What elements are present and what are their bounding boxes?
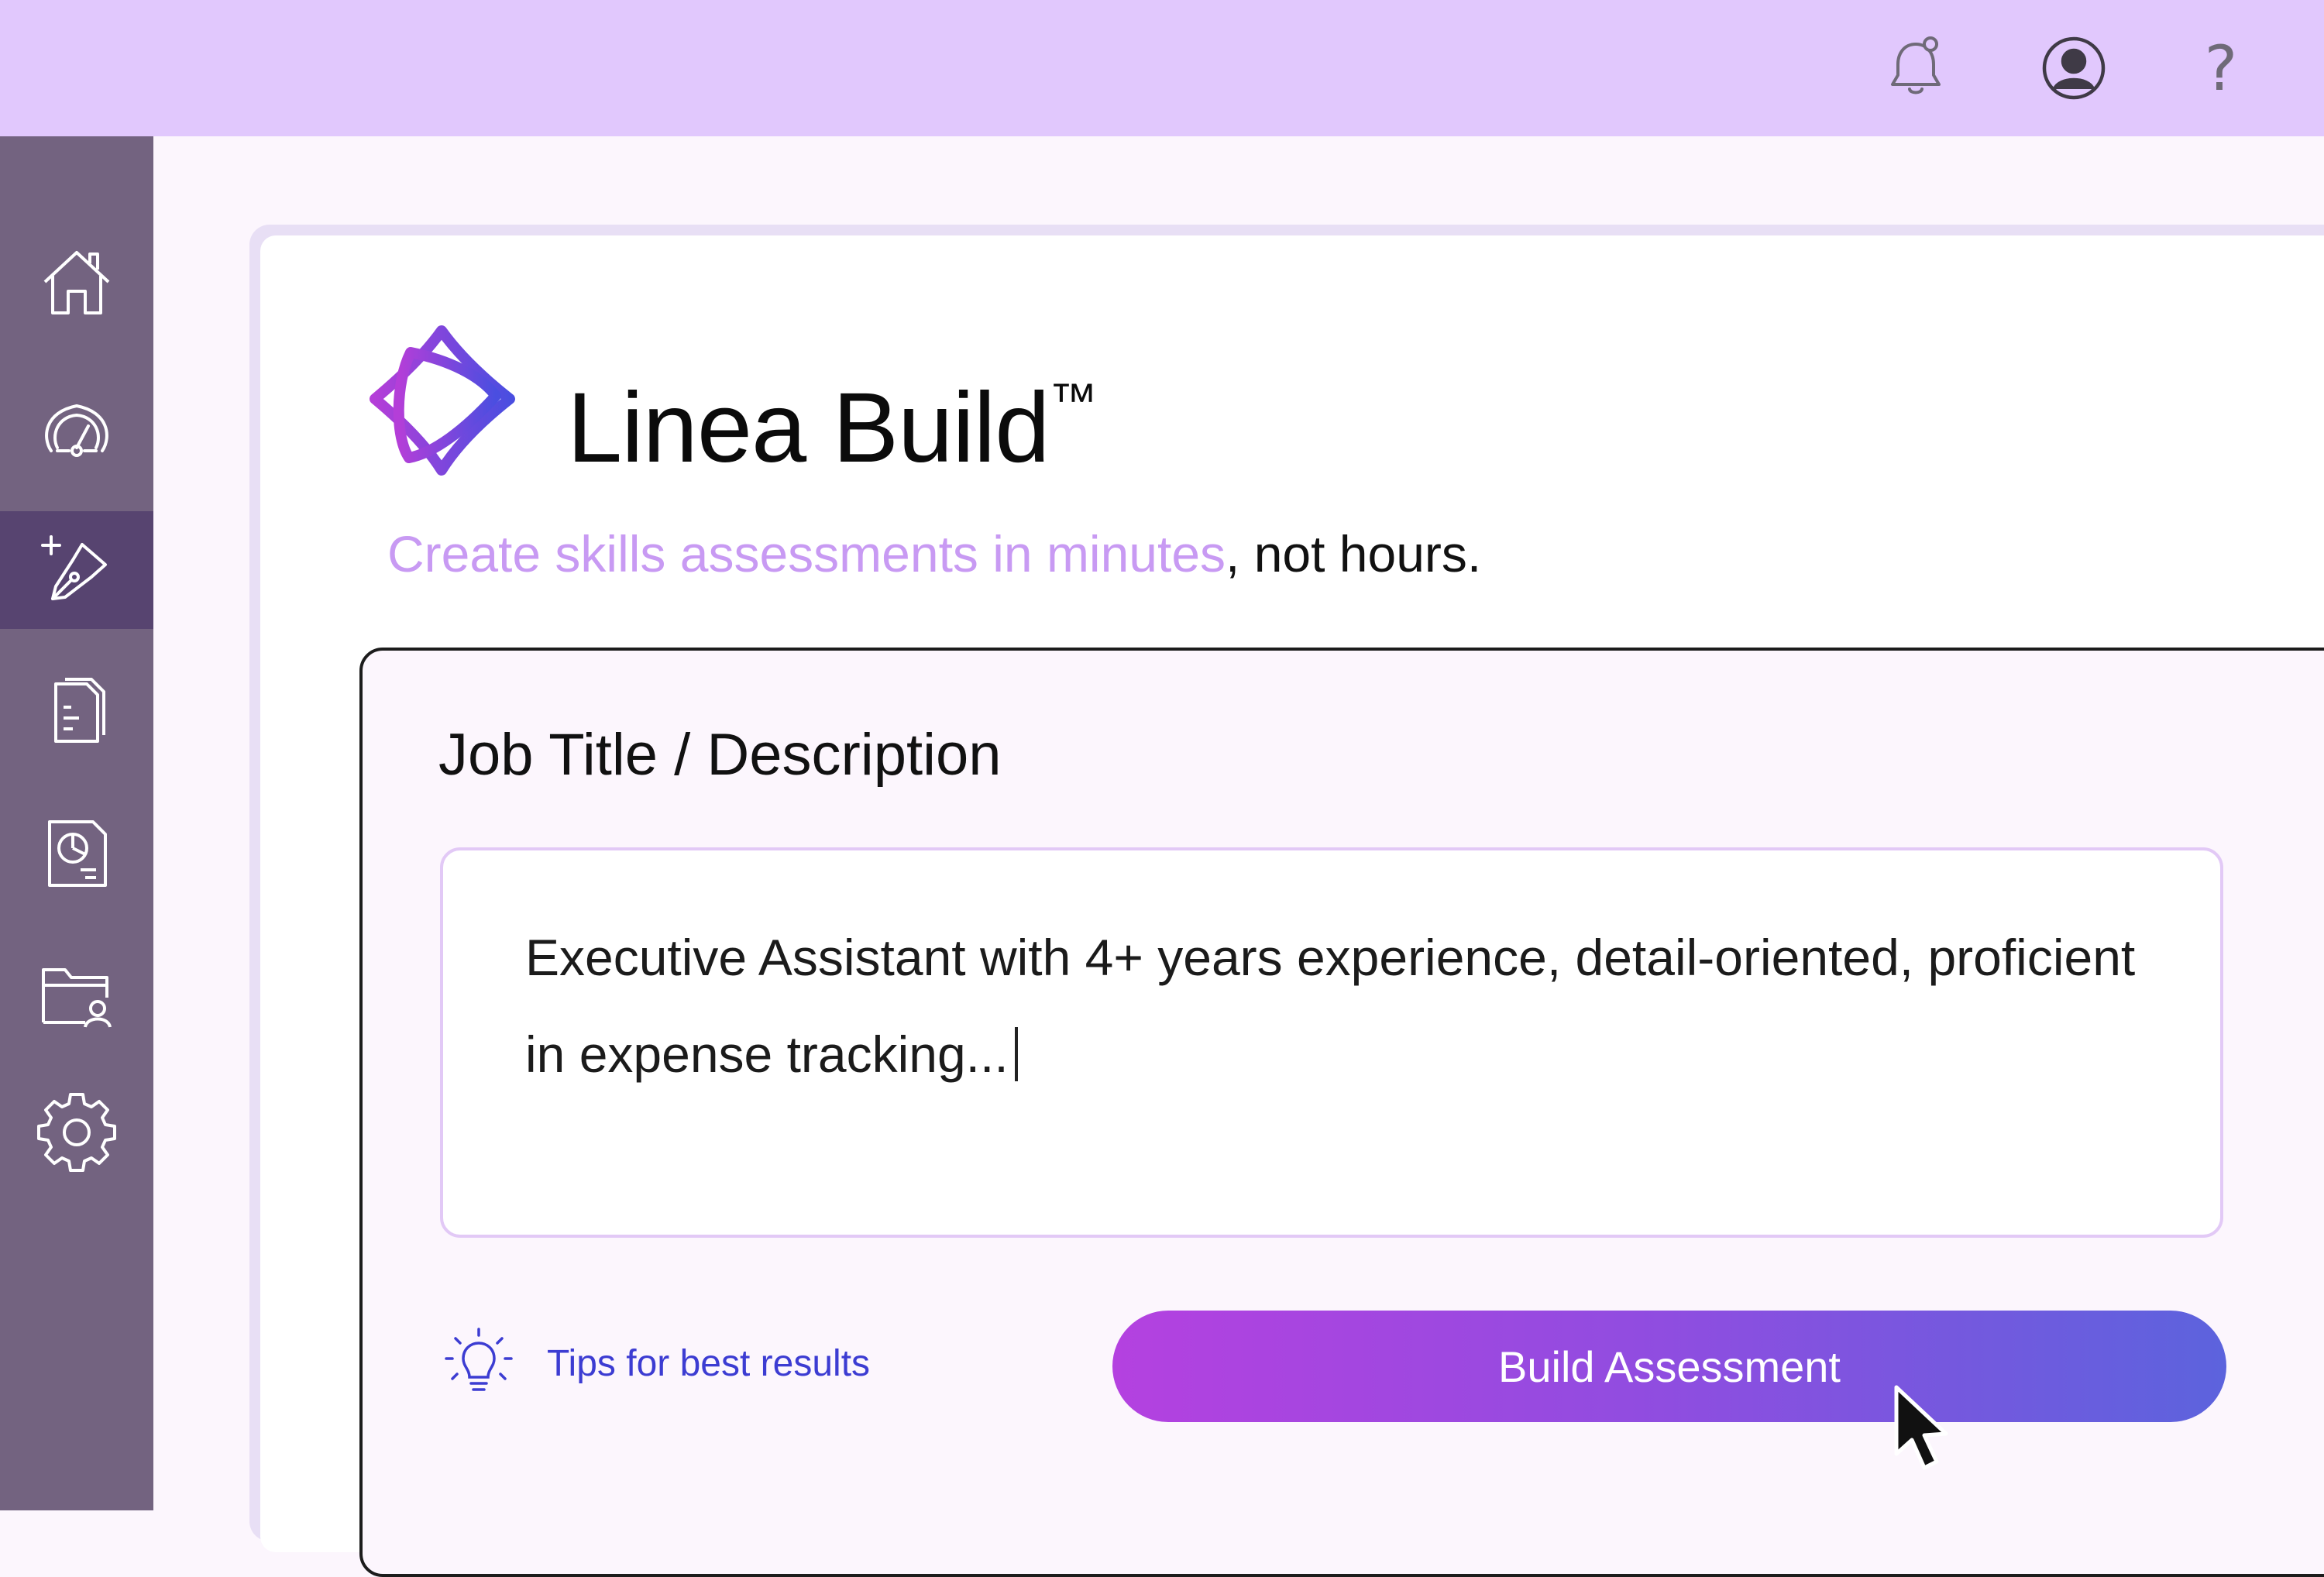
dashboard-gauge-icon [45, 404, 108, 457]
trademark-symbol: ™ [1049, 374, 1098, 428]
bell-icon [1891, 36, 1941, 94]
home-icon [43, 251, 110, 314]
tagline-rest: , not hours. [1226, 525, 1482, 582]
documents-icon [54, 678, 105, 743]
tagline: Create skills assessments in minutes, no… [387, 519, 1481, 589]
job-description-label: Job Title / Description [438, 722, 1002, 788]
mouse-pointer-icon [1894, 1385, 1948, 1470]
linea-logo-icon [370, 325, 515, 476]
sidebar [0, 136, 153, 1510]
build-assessment-label: Build Assessment [1498, 1342, 1841, 1391]
reports-icon [48, 820, 107, 887]
sidebar-item-dashboard[interactable] [0, 373, 153, 490]
tagline-highlight: Create skills assessments in minutes [387, 525, 1226, 582]
build-assessment-button[interactable]: Build Assessment [1112, 1311, 2226, 1422]
app-title-text: Linea Build [567, 373, 1050, 483]
sidebar-item-settings[interactable] [0, 1074, 153, 1191]
create-pen-icon [41, 535, 107, 600]
sidebar-item-create[interactable] [0, 511, 153, 629]
sidebar-item-reports[interactable] [0, 795, 153, 912]
sidebar-item-folder[interactable] [0, 938, 153, 1056]
tips-link[interactable]: Tips for best results [442, 1324, 870, 1402]
sidebar-item-home[interactable] [0, 225, 153, 343]
job-description-value: Executive Assistant with 4+ years experi… [525, 909, 2183, 1103]
sidebar-item-documents[interactable] [0, 654, 153, 771]
job-description-text: Executive Assistant with 4+ years experi… [525, 929, 2136, 1083]
help-button[interactable]: ? [2178, 26, 2264, 111]
tips-label: Tips for best results [547, 1342, 871, 1384]
app-title: Linea Build™ [567, 339, 1097, 490]
account-button[interactable] [2031, 26, 2116, 111]
top-bar: ? [0, 0, 2324, 136]
help-icon: ? [2204, 32, 2238, 105]
folder-user-icon [42, 968, 112, 1028]
notifications-button[interactable] [1873, 26, 1958, 111]
user-account-icon [2042, 36, 2106, 100]
settings-gear-icon [37, 1093, 116, 1172]
text-caret [1014, 1027, 1018, 1081]
job-description-input[interactable]: Executive Assistant with 4+ years experi… [440, 847, 2223, 1238]
lightbulb-icon [445, 1328, 513, 1391]
